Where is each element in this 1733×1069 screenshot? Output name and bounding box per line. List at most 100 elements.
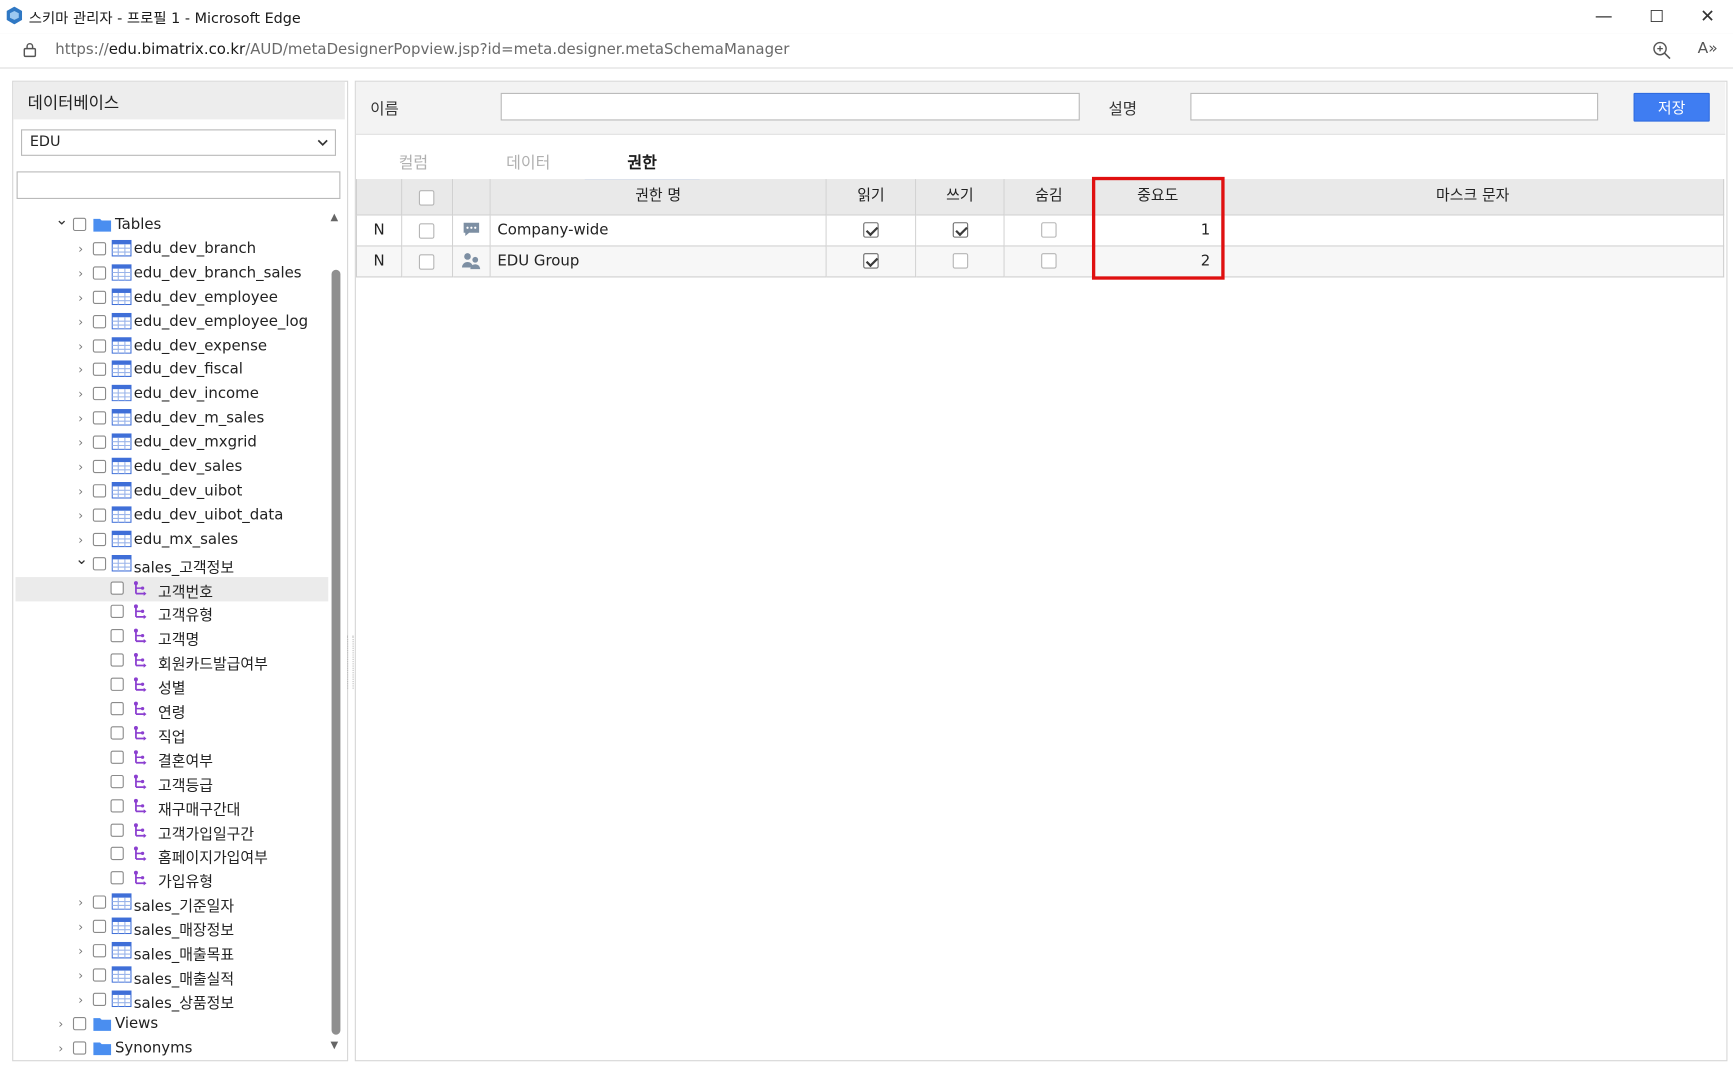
tree-item-checkbox[interactable] (92, 459, 107, 474)
maximize-button[interactable]: ☐ (1631, 0, 1682, 33)
chevron-right-icon[interactable]: › (75, 508, 86, 523)
url-field[interactable]: https://edu.bimatrix.co.kr/AUD/metaDesig… (55, 41, 789, 59)
tree-item-column[interactable]: 결혼여부 (15, 746, 328, 770)
tree-item-column[interactable]: 직업 (15, 722, 328, 746)
scroll-down-arrow-icon[interactable]: ▼ (330, 1040, 338, 1051)
tree-item-checkbox[interactable] (110, 580, 124, 595)
minimize-button[interactable]: — (1578, 0, 1629, 33)
tree-item-checkbox[interactable] (110, 871, 124, 885)
tree-item-table[interactable]: › sales_매출실적 (15, 964, 328, 988)
tree-item-table[interactable]: › edu_dev_branch (15, 238, 328, 262)
tree-item-table[interactable]: › sales_기준일자 (15, 891, 328, 916)
tree-item-checkbox[interactable] (92, 435, 107, 449)
read-checkbox[interactable] (863, 222, 879, 238)
chevron-right-icon[interactable]: › (55, 1041, 66, 1056)
chevron-right-icon[interactable]: › (75, 896, 86, 911)
tree-item-checkbox[interactable] (92, 556, 107, 570)
chevron-right-icon[interactable]: › (75, 944, 86, 959)
scroll-up-arrow-icon[interactable]: ▲ (330, 212, 338, 223)
tree-item-column[interactable]: 회원카드발급여부 (15, 649, 328, 673)
write-checkbox[interactable] (952, 222, 969, 238)
tab-data[interactable]: 데이터 (471, 150, 586, 179)
grid-header-write[interactable]: 쓰기 (916, 179, 1005, 216)
tree-item-checkbox[interactable] (92, 266, 107, 280)
tree-item-table[interactable]: › edu_dev_m_sales (15, 407, 328, 431)
tree-item-column[interactable]: 성별 (15, 673, 328, 698)
tree-item-checkbox[interactable] (92, 532, 107, 546)
grid-header-hide[interactable]: 숨김 (1004, 179, 1095, 216)
tree-item-table[interactable]: › edu_dev_income (15, 383, 328, 407)
tree-item-table[interactable]: › edu_dev_sales (15, 455, 328, 479)
row-name[interactable]: EDU Group (490, 246, 827, 278)
tree-item-column[interactable]: 연령 (15, 698, 328, 722)
tree-scrollbar-thumb[interactable] (331, 269, 341, 1035)
tree-item-folder[interactable]: › Synonyms (15, 1036, 328, 1059)
grid-header-mask[interactable]: 마스크 문자 (1222, 179, 1725, 216)
tree-item-checkbox[interactable] (110, 847, 124, 861)
tree-item-checkbox[interactable] (92, 944, 107, 958)
tree-item-table[interactable]: › edu_mx_sales (15, 528, 328, 552)
tree-item-table[interactable]: › edu_dev_mxgrid (15, 431, 328, 455)
tree-item-column[interactable]: 고객유형 (15, 601, 328, 625)
tree-item-checkbox[interactable] (92, 411, 107, 425)
chevron-right-icon[interactable]: › (75, 484, 86, 499)
tab-columns[interactable]: 컬럼 (356, 150, 471, 179)
tree-item-checkbox[interactable] (110, 629, 124, 643)
tree-item-checkbox[interactable] (110, 750, 124, 764)
tree-item-checkbox[interactable] (92, 338, 107, 353)
tree-item-table[interactable]: › edu_dev_fiscal (15, 359, 328, 383)
save-button[interactable]: 저장 (1633, 92, 1710, 122)
tree-item-column[interactable]: 고객가입일구간 (15, 819, 328, 843)
hide-checkbox[interactable] (1041, 222, 1057, 238)
chevron-right-icon[interactable]: › (75, 968, 86, 983)
read-checkbox[interactable] (863, 253, 879, 269)
chevron-right-icon[interactable]: › (55, 1017, 66, 1032)
tree-item-checkbox[interactable] (110, 798, 124, 813)
chevron-down-icon[interactable]: ⌄ (75, 551, 88, 566)
tree-item-checkbox[interactable] (92, 387, 107, 401)
panel-splitter[interactable] (347, 635, 354, 689)
chevron-right-icon[interactable]: › (75, 266, 86, 281)
tree-item-checkbox[interactable] (72, 217, 87, 232)
tree-item-checkbox[interactable] (92, 968, 107, 982)
tree-item-checkbox[interactable] (92, 241, 107, 256)
hide-checkbox[interactable] (1041, 253, 1057, 269)
tree-item-column[interactable]: 고객번호 (15, 576, 329, 601)
tree-item-table[interactable]: › sales_매출목표 (15, 940, 328, 964)
tree-item-checkbox[interactable] (92, 484, 107, 498)
chevron-right-icon[interactable]: › (75, 920, 86, 935)
chevron-down-icon[interactable]: ⌄ (55, 212, 68, 227)
tab-permissions[interactable]: 권한 (584, 150, 700, 182)
tree-item-column[interactable]: 고객등급 (15, 770, 328, 794)
chevron-right-icon[interactable]: › (75, 992, 86, 1007)
row-mask[interactable] (1222, 246, 1725, 278)
tree-item-checkbox[interactable] (92, 290, 107, 304)
tree-item-column[interactable]: 재구매구간대 (15, 794, 328, 819)
tree-item-table[interactable]: › sales_매장정보 (15, 915, 328, 940)
row-select-checkbox[interactable] (418, 223, 435, 239)
grid-header-read[interactable]: 읽기 (826, 179, 917, 216)
row-select-checkbox[interactable] (418, 254, 435, 270)
chevron-right-icon[interactable]: › (75, 436, 86, 451)
database-select[interactable]: EDU (20, 129, 336, 156)
row-name[interactable]: Company-wide (490, 215, 827, 247)
chevron-right-icon[interactable]: › (75, 532, 86, 547)
tree-item-table[interactable]: › edu_dev_expense (15, 334, 328, 358)
write-checkbox[interactable] (952, 253, 969, 269)
grid-header-name[interactable]: 권한 명 (490, 179, 827, 216)
tree-item-table[interactable]: › edu_dev_branch_sales (15, 262, 328, 286)
tree-item-checkbox[interactable] (110, 774, 124, 788)
tree-item-checkbox[interactable] (92, 508, 107, 522)
chevron-right-icon[interactable]: › (75, 460, 86, 475)
select-all-checkbox[interactable] (418, 190, 435, 206)
tree-item-folder[interactable]: ⌄ Tables (15, 212, 328, 237)
chevron-right-icon[interactable]: › (75, 242, 86, 257)
tree-search-input[interactable] (16, 171, 341, 199)
tree-item-checkbox[interactable] (110, 701, 124, 716)
description-input[interactable] (1190, 92, 1599, 121)
name-input[interactable] (500, 92, 1080, 121)
tree-item-checkbox[interactable] (92, 363, 107, 377)
tree-item-checkbox[interactable] (92, 895, 107, 909)
chevron-right-icon[interactable]: › (75, 387, 86, 402)
tree-item-table[interactable]: › edu_dev_employee_log (15, 310, 328, 334)
